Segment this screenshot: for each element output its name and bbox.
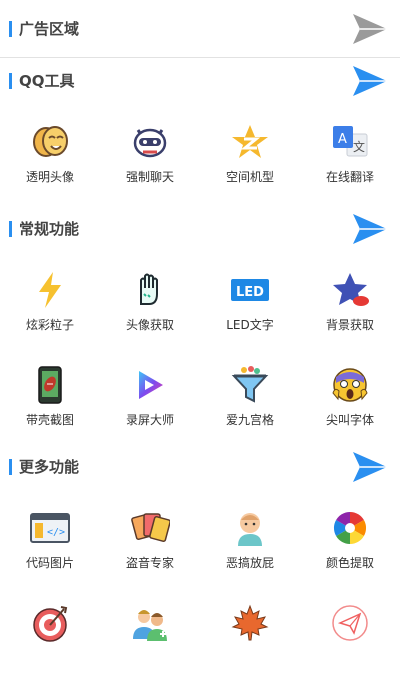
tool-tile-code-image[interactable]: </> 代码图片 <box>0 498 100 593</box>
tool-label: 头像获取 <box>125 318 174 332</box>
tool-tile-shell-screenshot[interactable]: 带壳截图 <box>0 355 100 450</box>
section-accent-bar <box>9 459 12 475</box>
section-title: 常规功能 <box>19 220 80 238</box>
send-icon[interactable] <box>352 12 388 46</box>
tool-label: 强制聊天 <box>125 170 174 184</box>
tool-tile-transparent-avatar[interactable]: 透明头像 <box>0 112 100 207</box>
section-title: QQ工具 <box>19 72 75 90</box>
tool-tile-led-text[interactable]: LED LED文字 <box>200 260 300 355</box>
section-accent-bar <box>9 73 12 89</box>
color-wheel-icon <box>333 511 367 545</box>
svg-text:</>: </> <box>47 527 65 538</box>
section-header-qq-tools: QQ工具 <box>0 60 400 102</box>
led-icon: LED <box>231 279 269 301</box>
qzone-star-icon <box>232 125 268 158</box>
divider <box>0 57 400 58</box>
svg-text:LED: LED <box>236 285 264 300</box>
tool-label: 颜色提取 <box>325 556 374 570</box>
funnel-icon <box>231 366 269 403</box>
tool-tile-audio-thief[interactable]: 盗音专家 <box>100 498 200 593</box>
tool-label: 爱九宫格 <box>225 413 274 427</box>
tool-label: 代码图片 <box>25 556 74 570</box>
scream-emoji-icon <box>332 368 368 402</box>
robot-icon <box>133 128 167 158</box>
tool-label: 带壳截图 <box>25 413 74 427</box>
tool-tile-avatar-fetch[interactable]: 头像获取 <box>100 260 200 355</box>
tool-tile-screen-record[interactable]: 录屏大师 <box>100 355 200 450</box>
translate-icon: 文 A <box>333 126 368 157</box>
tool-tile-particles[interactable]: 炫彩粒子 <box>0 260 100 355</box>
send-icon[interactable] <box>352 64 388 98</box>
hand-icon <box>140 273 158 305</box>
baby-icon <box>238 513 262 546</box>
mask-icon <box>33 126 68 157</box>
tool-label: 录屏大师 <box>125 413 174 427</box>
section-title: 更多功能 <box>19 458 80 476</box>
svg-text:文: 文 <box>353 139 365 154</box>
tool-tile-scream-font[interactable]: 尖叫字体 <box>300 355 400 450</box>
paper-plane-circle-icon <box>332 605 368 641</box>
star-cloud-icon <box>333 273 369 306</box>
section-header-more: 更多功能 <box>0 446 400 488</box>
tool-label: 背景获取 <box>325 318 374 332</box>
section-accent-bar <box>9 21 12 37</box>
tool-label: 盗音专家 <box>125 556 174 570</box>
tool-tile-nine-grid[interactable]: 爱九宫格 <box>200 355 300 450</box>
section-title: 广告区域 <box>19 20 80 38</box>
tool-tile-color-extract[interactable]: 颜色提取 <box>300 498 400 593</box>
maple-leaf-icon <box>231 604 269 641</box>
tool-tile-prank-fart[interactable]: 恶搞放屁 <box>200 498 300 593</box>
tool-label: LED文字 <box>226 318 274 332</box>
play-icon <box>139 371 163 399</box>
lightning-icon <box>39 272 61 308</box>
tool-label: 透明头像 <box>25 170 74 184</box>
svg-text:A: A <box>338 132 347 147</box>
tool-tile-qzone-device[interactable]: 空间机型 <box>200 112 300 207</box>
code-window-icon: </> <box>30 513 70 543</box>
tool-label: 尖叫字体 <box>325 413 374 427</box>
phone-icon <box>38 366 62 404</box>
section-header-common: 常规功能 <box>0 208 400 250</box>
send-icon[interactable] <box>352 212 388 246</box>
tool-label: 空间机型 <box>225 170 274 184</box>
send-icon[interactable] <box>352 450 388 484</box>
tool-label: 恶搞放屁 <box>225 556 274 570</box>
tool-label: 炫彩粒子 <box>25 318 74 332</box>
tool-label: 在线翻译 <box>325 170 374 184</box>
people-icon <box>133 610 167 641</box>
tool-tile-online-translate[interactable]: 文 A 在线翻译 <box>300 112 400 207</box>
tool-tile-background-fetch[interactable]: 背景获取 <box>300 260 400 355</box>
section-header-ads: 广告区域 <box>0 8 400 50</box>
tool-tile-force-chat[interactable]: 强制聊天 <box>100 112 200 207</box>
section-accent-bar <box>9 221 12 237</box>
cards-icon <box>131 513 170 542</box>
target-icon <box>33 606 68 642</box>
